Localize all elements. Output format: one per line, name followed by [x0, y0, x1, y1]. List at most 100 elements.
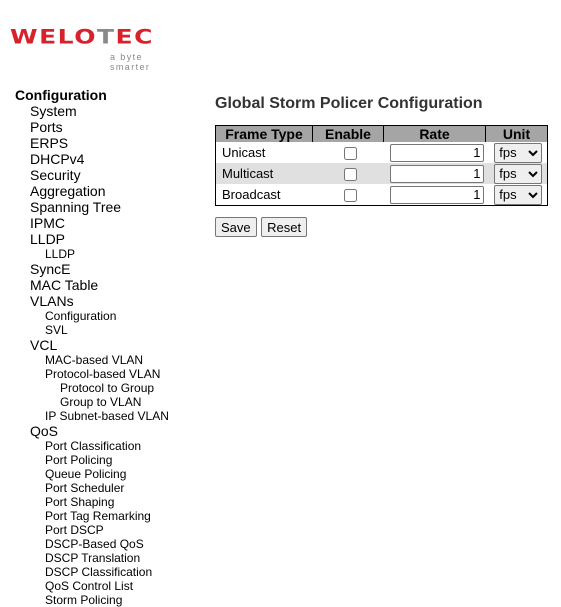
nav-link[interactable]: Port Tag Remarking — [45, 509, 151, 523]
nav-item-system: System — [15, 103, 169, 119]
main-content: Global Storm Policer Configuration Frame… — [215, 94, 548, 237]
rate-input[interactable] — [389, 164, 484, 183]
nav-item-ipmc: IPMC — [15, 215, 169, 231]
nav-link[interactable]: MAC-based VLAN — [45, 353, 143, 367]
nav-link[interactable]: LLDP — [30, 231, 65, 247]
nav-item-mac-based-vlan: MAC-based VLAN — [15, 353, 169, 367]
nav-link[interactable]: VLANs — [30, 293, 74, 309]
nav-item-queue-policing: Queue Policing — [15, 467, 169, 481]
nav-link[interactable]: Group to VLAN — [60, 395, 141, 409]
nav-item-port-dscp: Port DSCP — [15, 523, 169, 537]
unit-select[interactable]: fps — [494, 142, 543, 163]
nav-item-port-policing: Port Policing — [15, 453, 169, 467]
nav-link[interactable]: Protocol to Group — [60, 381, 154, 395]
enable-checkbox[interactable] — [343, 168, 357, 182]
nav-item-configuration: Configuration — [15, 309, 169, 323]
nav-item-lldp: LLDP — [15, 231, 169, 247]
header-rate: Rate — [383, 125, 486, 142]
nav-link[interactable]: Queue Policing — [45, 467, 126, 481]
nav-link[interactable]: Protocol-based VLAN — [45, 367, 160, 381]
nav-link[interactable]: DSCP Translation — [45, 551, 140, 565]
nav-link[interactable]: SyncE — [30, 261, 70, 277]
nav-item-group-to-vlan: Group to VLAN — [15, 395, 169, 409]
nav-link[interactable]: QoS Control List — [45, 579, 133, 593]
nav-item-qos-control-list: QoS Control List — [15, 579, 169, 593]
table-row: Broadcast fps — [216, 184, 548, 206]
rate-cell — [383, 163, 486, 184]
nav-link[interactable]: Port Shaping — [45, 495, 114, 509]
nav-item-svl: SVL — [15, 323, 169, 337]
nav-link[interactable]: Storm Policing — [45, 593, 122, 607]
unit-select[interactable]: fps — [494, 163, 543, 184]
nav-link[interactable]: ERPS — [30, 135, 68, 151]
nav-link[interactable]: Ports — [30, 119, 63, 135]
nav-link[interactable]: System — [30, 103, 77, 119]
storm-policer-table: Frame Type Enable Rate Unit Unicast fpsMu… — [215, 125, 548, 206]
logo-wordmark: WELOTEC — [10, 25, 154, 49]
nav-item-storm-policing: Storm Policing — [15, 593, 169, 607]
header-enable: Enable — [312, 125, 384, 142]
nav-link[interactable]: Aggregation — [30, 183, 106, 199]
nav-item-protocol-based-vlan: Protocol-based VLAN — [15, 367, 169, 381]
nav-link[interactable]: Security — [30, 167, 81, 183]
nav-item-dhcpv4: DHCPv4 — [15, 151, 169, 167]
nav-item-dscp-based-qos: DSCP-Based QoS — [15, 537, 169, 551]
nav-link[interactable]: DHCPv4 — [30, 151, 84, 167]
nav-link[interactable]: DSCP Classification — [45, 565, 152, 579]
nav-item-mac-table: MAC Table — [15, 277, 169, 293]
nav-link[interactable]: IP Subnet-based VLAN — [45, 409, 169, 423]
nav-item-port-classification: Port Classification — [15, 439, 169, 453]
logo-tagline: a byte smarter — [110, 52, 151, 72]
frame-type-cell: Broadcast — [222, 187, 281, 202]
rate-cell — [384, 184, 486, 206]
nav-link[interactable]: SVL — [45, 323, 68, 337]
nav-items: System Ports ERPS DHCPv4 Security Aggregation… — [15, 103, 169, 607]
nav-link[interactable]: VCL — [30, 337, 57, 353]
nav-link[interactable]: QoS — [30, 423, 58, 439]
enable-cell — [312, 163, 384, 184]
enable-cell — [313, 142, 384, 163]
nav-item-dscp-classification: DSCP Classification — [15, 565, 169, 579]
nav-link[interactable]: Port DSCP — [45, 523, 104, 537]
nav-item-security: Security — [15, 167, 169, 183]
frame-type-cell: Unicast — [222, 145, 266, 160]
nav-item-lldp: LLDP — [15, 247, 169, 261]
nav-item-aggregation: Aggregation — [15, 183, 169, 199]
nav-item-qos: QoS — [15, 423, 169, 439]
save-button[interactable]: Save — [215, 217, 257, 237]
nav-item-port-tag-remarking: Port Tag Remarking — [15, 509, 169, 523]
rate-cell — [384, 142, 486, 163]
nav-link[interactable]: Spanning Tree — [30, 199, 121, 215]
table-row: Multicast fps — [215, 163, 548, 184]
header-unit: Unit — [485, 125, 548, 142]
enable-checkbox[interactable] — [343, 189, 357, 203]
enable-checkbox[interactable] — [343, 147, 357, 161]
nav-item-ports: Ports — [15, 119, 169, 135]
nav-link[interactable]: LLDP — [45, 247, 75, 261]
nav-item-dscp-translation: DSCP Translation — [15, 551, 169, 565]
nav-link[interactable]: Port Classification — [45, 439, 141, 453]
table-row: Unicast fps — [216, 142, 548, 163]
rate-input[interactable] — [389, 185, 484, 204]
nav-title: Configuration — [15, 87, 107, 103]
unit-select[interactable]: fps — [494, 184, 543, 205]
nav-link[interactable]: Port Scheduler — [45, 481, 124, 495]
sidebar-nav: Configuration System Ports ERPS DHCPv4 Secur… — [15, 87, 169, 607]
table-header-row: Frame Type Enable Rate Unit — [215, 125, 548, 142]
nav-item-vcl: VCL — [15, 337, 169, 353]
nav-item-synce: SyncE — [15, 261, 169, 277]
reset-button[interactable]: Reset — [261, 217, 308, 237]
header-frame-type: Frame Type — [215, 125, 313, 142]
nav-item-spanning-tree: Spanning Tree — [15, 199, 169, 215]
nav-link[interactable]: IPMC — [30, 215, 65, 231]
nav-link[interactable]: Configuration — [45, 309, 116, 323]
page-title: Global Storm Policer Configuration — [215, 95, 483, 112]
rate-input[interactable] — [389, 143, 484, 162]
nav-link[interactable]: Port Policing — [45, 453, 112, 467]
nav-item-ip-subnet-based-vlan: IP Subnet-based VLAN — [15, 409, 169, 423]
unit-cell: fps — [486, 142, 548, 163]
nav-link[interactable]: DSCP-Based QoS — [45, 537, 144, 551]
nav-item-port-scheduler: Port Scheduler — [15, 481, 169, 495]
unit-cell: fps — [486, 184, 548, 206]
nav-link[interactable]: MAC Table — [30, 277, 98, 293]
